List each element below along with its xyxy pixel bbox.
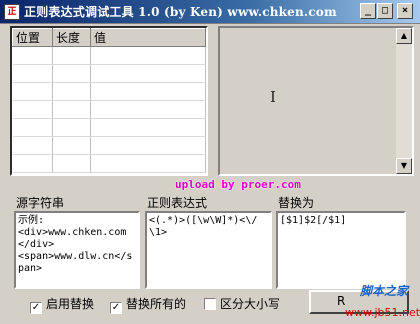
table-cell — [52, 64, 91, 83]
table-cell — [12, 82, 53, 101]
table-row — [12, 118, 206, 137]
column-header-value[interactable]: 值 — [90, 28, 206, 47]
table-row — [12, 82, 206, 101]
case-sensitive-label: 区分大小写 — [220, 297, 281, 311]
source-string-input[interactable]: 示例: <div>www.chken.com</div> <span>www.d… — [14, 211, 140, 289]
replace-input[interactable]: [$1]$2[/$1] — [276, 211, 406, 289]
minimize-button[interactable]: _ — [360, 3, 376, 19]
site-logo: 脚本之家 — [360, 284, 409, 298]
table-cell — [12, 100, 53, 119]
checkbox-checked-icon[interactable]: ✓ — [110, 302, 122, 314]
table-row — [12, 100, 206, 119]
site-url: www.jb51.net — [345, 306, 420, 319]
replace-all-label: 替换所有的 — [126, 297, 187, 311]
table-row — [12, 46, 206, 65]
column-header-position[interactable]: 位置 — [12, 28, 53, 47]
table-cell — [12, 118, 53, 137]
table-header-row: 位置 长度 值 — [12, 28, 206, 47]
scroll-up-arrow-icon[interactable]: ▲ — [396, 28, 412, 44]
table-cell — [12, 46, 53, 65]
table-cell — [52, 82, 91, 101]
close-button[interactable]: × — [397, 3, 413, 19]
table-cell — [90, 100, 206, 119]
table-cell — [52, 136, 91, 155]
table-cell — [52, 154, 91, 173]
table-row — [12, 64, 206, 83]
preview-pane[interactable]: I ▲ ▼ — [218, 26, 414, 176]
match-results-table[interactable]: 位置 长度 值 — [10, 26, 208, 176]
regex-label: 正则表达式 — [147, 196, 208, 210]
checkbox-checked-icon[interactable]: ✓ — [30, 302, 42, 314]
source-string-label: 源字符串 — [16, 196, 65, 210]
enable-replace-checkbox[interactable]: ✓ 启用替换 — [30, 295, 95, 314]
window-title: 正则表达式调试工具 1.0 (by Ken) www.chken.com — [24, 5, 337, 19]
text-cursor-icon: I — [270, 88, 276, 106]
case-sensitive-checkbox[interactable]: 区分大小写 — [204, 295, 281, 311]
table-cell — [52, 118, 91, 137]
scroll-down-arrow-icon[interactable]: ▼ — [396, 158, 412, 174]
checkbox-unchecked-icon[interactable] — [204, 298, 216, 310]
regex-input[interactable]: <(.*)>([\w\W]*)<\/\1> — [145, 211, 272, 289]
table-row — [12, 136, 206, 155]
table-cell — [12, 136, 53, 155]
table-cell — [90, 118, 206, 137]
table-cell — [12, 154, 53, 173]
table-cell — [90, 64, 206, 83]
table-cell — [52, 46, 91, 65]
replace-label: 替换为 — [278, 196, 315, 210]
table-cell — [90, 136, 206, 155]
app-icon[interactable]: 正 — [4, 4, 20, 20]
title-bar: 正 正则表达式调试工具 1.0 (by Ken) www.chken.com _… — [0, 0, 420, 24]
table-cell — [52, 100, 91, 119]
table-row — [12, 154, 206, 173]
preview-scrollbar[interactable]: ▲ ▼ — [396, 28, 412, 174]
table-cell — [90, 46, 206, 65]
replace-all-checkbox[interactable]: ✓ 替换所有的 — [110, 295, 187, 314]
table-cell — [90, 82, 206, 101]
enable-replace-label: 启用替换 — [46, 297, 95, 311]
table-cell — [12, 64, 53, 83]
table-cell — [90, 154, 206, 173]
watermark-text: upload by proer.com — [175, 178, 301, 191]
column-header-length[interactable]: 长度 — [52, 28, 91, 47]
maximize-button[interactable]: □ — [377, 3, 393, 19]
